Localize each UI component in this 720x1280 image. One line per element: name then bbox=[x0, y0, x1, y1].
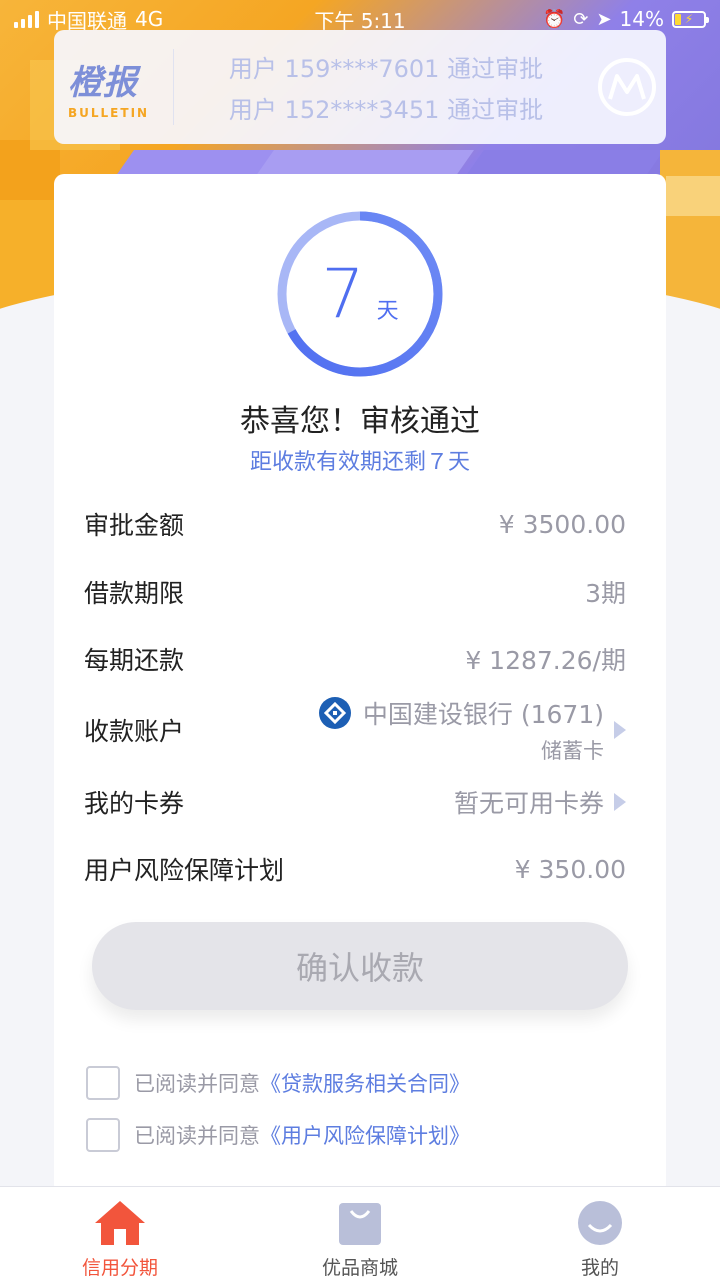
bank-name: 中国建设银行 (1671) bbox=[362, 700, 604, 729]
risk-protection-row: 用户风险保障计划 ¥ 350.00 bbox=[84, 849, 626, 889]
network-label: 4G bbox=[135, 7, 164, 31]
receiving-account-label: 收款账户 bbox=[84, 717, 185, 746]
countdown-number: 7 bbox=[321, 254, 365, 334]
loan-contract-link[interactable]: 《贷款服务相关合同》 bbox=[260, 1068, 470, 1098]
coupons-label: 我的卡券 bbox=[84, 789, 185, 818]
receiving-account-row[interactable]: 收款账户 中国建设银行 (1671) 储蓄卡 bbox=[84, 694, 626, 766]
bulletin-logo-cn: 橙报 bbox=[68, 62, 138, 103]
agreement-prefix: 已阅读并同意 bbox=[134, 1124, 260, 1148]
location-icon: ➤ bbox=[596, 8, 612, 30]
agreement-risk-plan: 已阅读并同意 《用户风险保障计划》 bbox=[86, 1118, 470, 1152]
loan-term-value: 3期 bbox=[585, 579, 626, 608]
bottom-tab-bar: 信用分期 优品商城 我的 bbox=[0, 1186, 720, 1280]
battery-percent: 14% bbox=[619, 7, 664, 31]
card-type: 储蓄卡 bbox=[541, 739, 604, 763]
result-subtitle: 距收款有效期还剩７天 bbox=[249, 450, 470, 475]
bulletin-logo-en: BULLETIN bbox=[68, 105, 150, 120]
bulletin-message: 用户 152****3451 通过审批 bbox=[228, 96, 544, 124]
loan-term-row: 借款期限 3期 bbox=[84, 572, 626, 612]
home-icon bbox=[95, 1201, 145, 1245]
battery-icon: ⚡ bbox=[672, 10, 709, 28]
installment-label: 每期还款 bbox=[84, 646, 185, 675]
tab-label: 优品商城 bbox=[321, 1257, 398, 1279]
ccb-bank-icon bbox=[318, 697, 351, 729]
signal-icon bbox=[14, 10, 39, 28]
approval-card: 7 天 恭喜您！审核通过 距收款有效期还剩７天 审批金额 ¥ 3500.00 借… bbox=[54, 174, 666, 1194]
risk-plan-link[interactable]: 《用户风险保障计划》 bbox=[260, 1120, 470, 1150]
risk-protection-label: 用户风险保障计划 bbox=[84, 856, 285, 885]
agreement-checkbox[interactable] bbox=[86, 1118, 120, 1152]
carrier-label: 中国联通 bbox=[47, 8, 127, 33]
tab-label: 我的 bbox=[580, 1257, 619, 1279]
profile-icon bbox=[578, 1201, 622, 1245]
risk-protection-value: ¥ 350.00 bbox=[514, 854, 626, 884]
status-bar: 中国联通 4G 下午 5:11 ⏰ ⟳ ➤ 14% ⚡ bbox=[0, 0, 720, 38]
agreement-prefix: 已阅读并同意 bbox=[134, 1072, 260, 1096]
result-title: 恭喜您！审核通过 bbox=[240, 404, 480, 439]
countdown-days: 7 天 bbox=[276, 210, 444, 378]
approved-amount-label: 审批金额 bbox=[84, 511, 185, 540]
bulletin-messages: 用户 159****7601 通过审批 用户 152****3451 通过审批 bbox=[174, 49, 598, 125]
approved-amount-value: ¥ 3500.00 bbox=[498, 509, 626, 539]
coupons-value: 暂无可用卡券 bbox=[453, 789, 604, 818]
bulletin-banner[interactable]: 橙报 BULLETIN 用户 159****7601 通过审批 用户 152**… bbox=[54, 30, 666, 144]
approved-amount-row: 审批金额 ¥ 3500.00 bbox=[84, 504, 626, 544]
rotation-lock-icon: ⟳ bbox=[573, 8, 589, 30]
alarm-icon: ⏰ bbox=[542, 8, 566, 30]
tab-mine[interactable]: 我的 bbox=[480, 1187, 720, 1280]
bulletin-logo: 橙报 BULLETIN bbox=[54, 49, 174, 125]
tab-label: 信用分期 bbox=[81, 1257, 158, 1279]
agreement-loan-contract: 已阅读并同意 《贷款服务相关合同》 bbox=[86, 1066, 470, 1100]
confirm-receipt-button[interactable]: 确认收款 bbox=[92, 922, 628, 1010]
bulletin-message: 用户 159****7601 通过审批 bbox=[228, 55, 544, 83]
countdown-unit: 天 bbox=[376, 299, 399, 324]
brand-m-icon[interactable] bbox=[598, 58, 656, 116]
loan-term-label: 借款期限 bbox=[84, 579, 185, 608]
chevron-right-icon bbox=[614, 721, 626, 739]
tab-credit-installment[interactable]: 信用分期 bbox=[0, 1187, 240, 1280]
agreement-checkbox[interactable] bbox=[86, 1066, 120, 1100]
installment-row: 每期还款 ¥ 1287.26/期 bbox=[84, 639, 626, 679]
chevron-right-icon bbox=[614, 793, 626, 811]
coupons-row[interactable]: 我的卡券 暂无可用卡券 bbox=[84, 782, 626, 822]
shopping-bag-icon bbox=[339, 1203, 381, 1245]
installment-value: ¥ 1287.26/期 bbox=[465, 646, 626, 675]
tab-mall[interactable]: 优品商城 bbox=[240, 1187, 480, 1280]
